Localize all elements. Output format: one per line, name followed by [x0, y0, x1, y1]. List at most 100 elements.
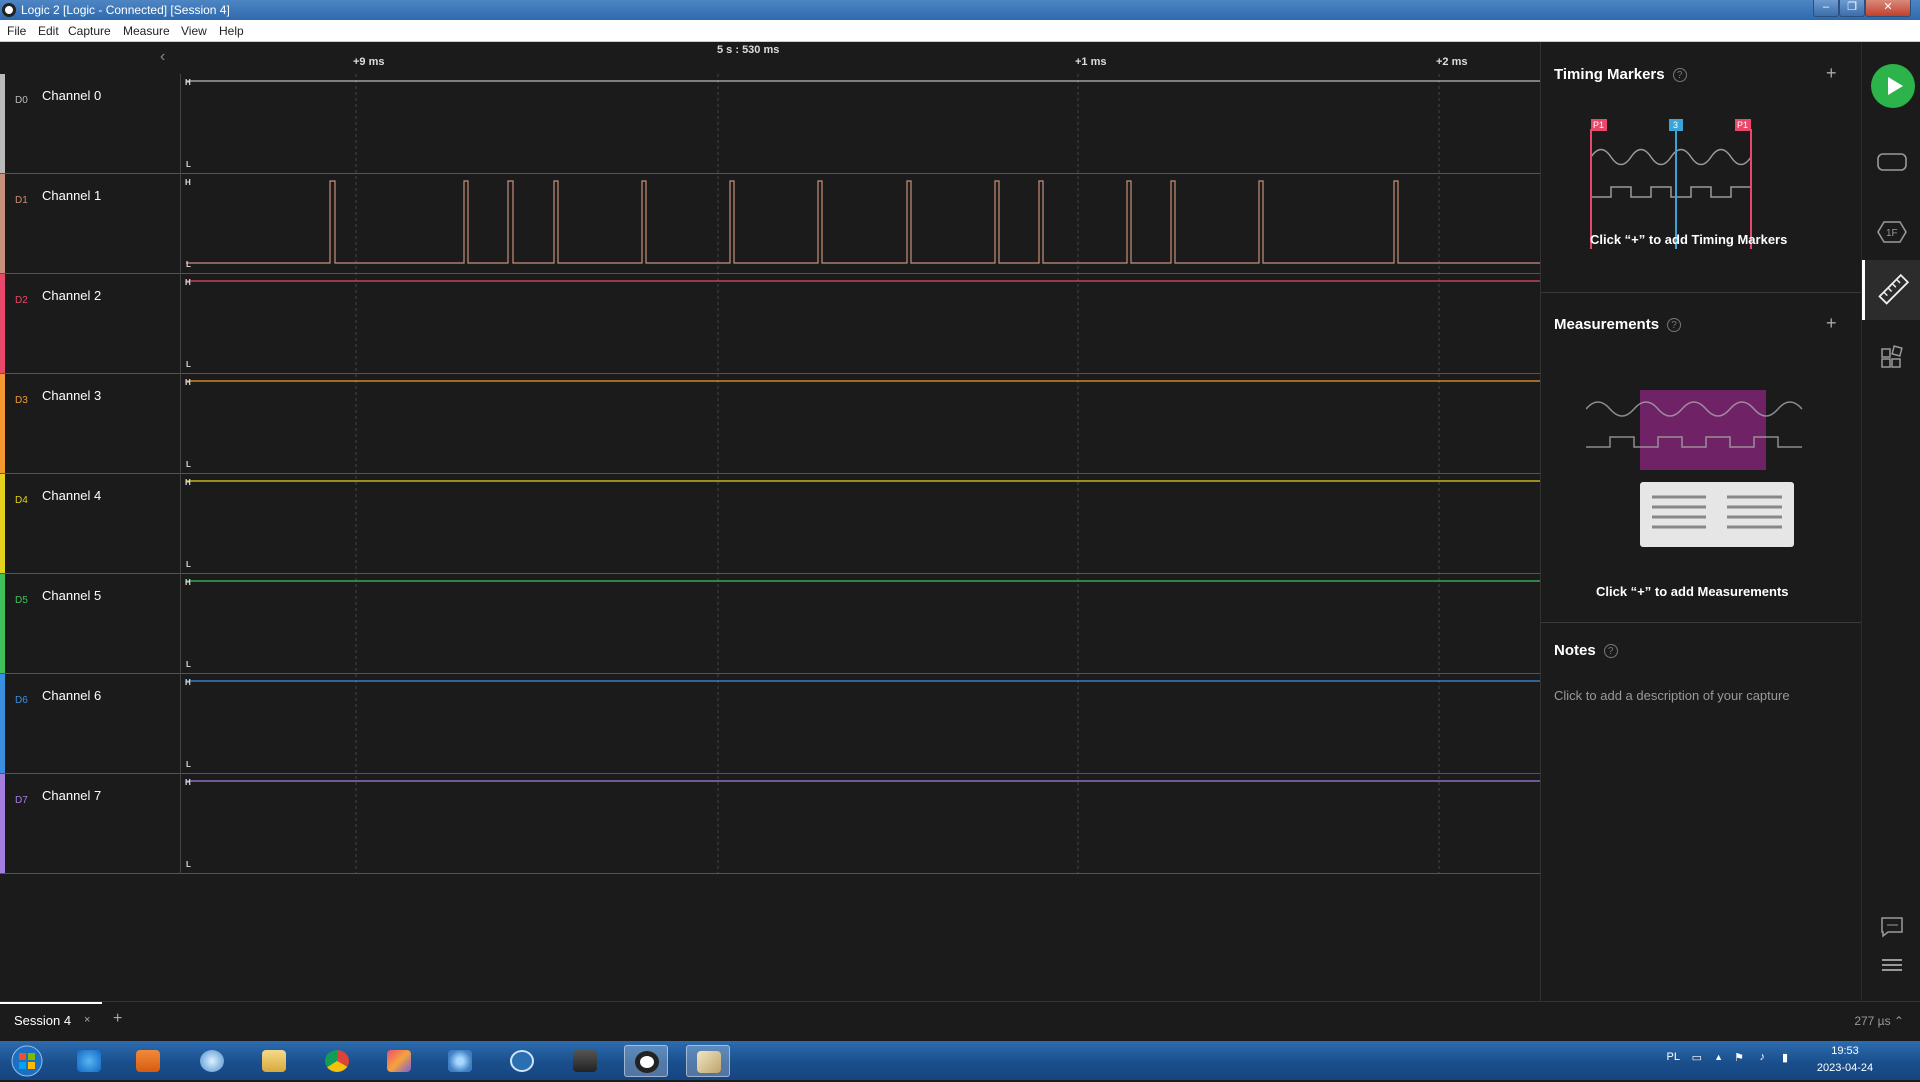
menu-help[interactable]: Help	[219, 24, 244, 38]
channel-color-bar	[0, 474, 5, 573]
device-settings-button[interactable]	[1862, 132, 1920, 192]
menu-file[interactable]: File	[7, 24, 26, 38]
channel-color-bar	[0, 774, 5, 873]
notes-title: Notes?	[1554, 642, 1618, 659]
help-icon[interactable]: ?	[1672, 68, 1687, 82]
channel-name[interactable]: Channel 1	[42, 188, 101, 203]
chat-icon	[1881, 917, 1903, 938]
measurements-illustration	[1586, 390, 1803, 547]
level-high-label: H	[185, 478, 191, 487]
waveform-area[interactable]: HLHLHLHLHLHLHLHL	[180, 74, 1541, 874]
level-high-label: H	[185, 78, 191, 87]
main-menu-button[interactable]	[1862, 946, 1920, 986]
action-center-flag-icon[interactable]: ⚑	[1734, 1051, 1744, 1064]
keyboard-icon[interactable]: ▭	[1692, 1051, 1702, 1064]
waveform-canvas[interactable]: HLHLHLHLHLHLHLHL	[181, 74, 1541, 874]
timing-markers-hint: Click “+” to add Timing Markers	[1590, 232, 1788, 247]
measurements-title: Measurements?	[1554, 316, 1682, 333]
level-high-label: H	[185, 678, 191, 687]
taskbar-explorer[interactable]	[252, 1045, 296, 1077]
taskbar-app-colors[interactable]	[377, 1045, 421, 1077]
level-low-label: L	[186, 460, 191, 469]
menu-capture[interactable]: Capture	[68, 24, 111, 38]
taskbar-network[interactable]	[190, 1045, 234, 1077]
clock-date[interactable]: 2023-04-24	[1810, 1062, 1880, 1074]
clock-time[interactable]: 19:53	[1810, 1045, 1880, 1057]
clapperboard-icon	[573, 1050, 597, 1072]
window-title: Logic 2 [Logic - Connected] [Session 4]	[21, 3, 230, 17]
media-player-icon	[136, 1050, 160, 1072]
channel-row-3[interactable]: D3 Channel 3	[0, 374, 180, 474]
minimize-button[interactable]: –	[1813, 0, 1839, 17]
collapse-sidebar-icon[interactable]: ‹	[160, 48, 165, 66]
start-capture-button[interactable]	[1871, 64, 1915, 108]
help-icon[interactable]: ?	[1667, 318, 1682, 332]
channel-name[interactable]: Channel 2	[42, 288, 101, 303]
channel-row-4[interactable]: D4 Channel 4	[0, 474, 180, 574]
zoom-level[interactable]: 277 µs ⌃	[1854, 1014, 1904, 1028]
start-button[interactable]	[4, 1045, 50, 1077]
globe-icon	[200, 1050, 224, 1072]
channel-name[interactable]: Channel 4	[42, 488, 101, 503]
menu-measure[interactable]: Measure	[123, 24, 170, 38]
add-timing-marker-button[interactable]: +	[1826, 63, 1837, 84]
show-hidden-icons[interactable]: ▲	[1714, 1052, 1723, 1062]
add-measurement-button[interactable]: +	[1826, 313, 1837, 334]
taskbar-paint[interactable]	[686, 1045, 730, 1077]
time-grid	[181, 74, 1541, 874]
measurements-hint: Click “+” to add Measurements	[1596, 584, 1789, 599]
taskbar-chrome[interactable]	[315, 1045, 359, 1077]
channel-color-bar	[0, 374, 5, 473]
network-signal-icon[interactable]: ▮	[1782, 1051, 1788, 1064]
add-session-button[interactable]: +	[113, 1010, 122, 1028]
channel-color-bar	[0, 274, 5, 373]
channel-name[interactable]: Channel 0	[42, 88, 101, 103]
channel-name[interactable]: Channel 5	[42, 588, 101, 603]
channel-tag: D5	[15, 595, 28, 606]
channel-row-0[interactable]: D0 Channel 0	[0, 74, 180, 174]
channel-name[interactable]: Channel 3	[42, 388, 101, 403]
device-icon	[1877, 153, 1907, 171]
os-taskbar: PL ▭ ▲ ⚑ ♪ ▮ 19:53 2023-04-24	[0, 1041, 1920, 1080]
feedback-button[interactable]	[1862, 906, 1920, 946]
channel-row-5[interactable]: D5 Channel 5	[0, 574, 180, 674]
notes-input[interactable]: Click to add a description of your captu…	[1554, 688, 1790, 703]
channel-color-bar	[0, 174, 5, 273]
help-icon[interactable]: ?	[1603, 644, 1618, 658]
volume-icon[interactable]: ♪	[1760, 1051, 1766, 1063]
menu-view[interactable]: View	[181, 24, 207, 38]
channel-row-2[interactable]: D2 Channel 2	[0, 274, 180, 374]
channel-row-1[interactable]: D1 Channel 1	[0, 174, 180, 274]
close-button[interactable]: ✕	[1865, 0, 1911, 17]
timeline-ruler[interactable]: 5 s : 530 ms +9 ms +1 ms +2 ms	[180, 42, 1540, 74]
folder-icon	[262, 1050, 286, 1072]
level-low-label: L	[186, 760, 191, 769]
marker-label: P1	[1593, 120, 1604, 130]
channel-tag: D7	[15, 795, 28, 806]
extensions-button[interactable]	[1862, 328, 1920, 388]
taskbar-mu-editor[interactable]	[500, 1045, 544, 1077]
timeline-tick-label: +9 ms	[353, 56, 385, 68]
maximize-button[interactable]: ❐	[1839, 0, 1865, 17]
menu-edit[interactable]: Edit	[38, 24, 59, 38]
taskbar-media-player[interactable]	[126, 1045, 170, 1077]
channel-name[interactable]: Channel 7	[42, 788, 101, 803]
section-divider	[1541, 622, 1861, 623]
language-indicator[interactable]: PL	[1667, 1051, 1680, 1063]
taskbar-app-dots[interactable]	[438, 1045, 482, 1077]
channel-row-7[interactable]: D7 Channel 7	[0, 774, 180, 874]
channel-tag: D0	[15, 95, 28, 106]
taskbar-ie[interactable]	[67, 1045, 111, 1077]
close-tab-icon[interactable]: ×	[84, 1014, 90, 1026]
taskbar-logic2[interactable]	[624, 1045, 668, 1077]
channel-name[interactable]: Channel 6	[42, 688, 101, 703]
annotations-button[interactable]	[1862, 260, 1920, 320]
timeline-tick-label: +1 ms	[1075, 56, 1107, 68]
taskbar-video-app[interactable]	[563, 1045, 607, 1077]
channel-tag: D2	[15, 295, 28, 306]
analyzers-button[interactable]: 1F	[1862, 202, 1920, 262]
level-high-label: H	[185, 278, 191, 287]
session-tab-bar: Session 4 × + 277 µs ⌃	[0, 1001, 1920, 1041]
app-icon	[2, 3, 16, 17]
channel-row-6[interactable]: D6 Channel 6	[0, 674, 180, 774]
